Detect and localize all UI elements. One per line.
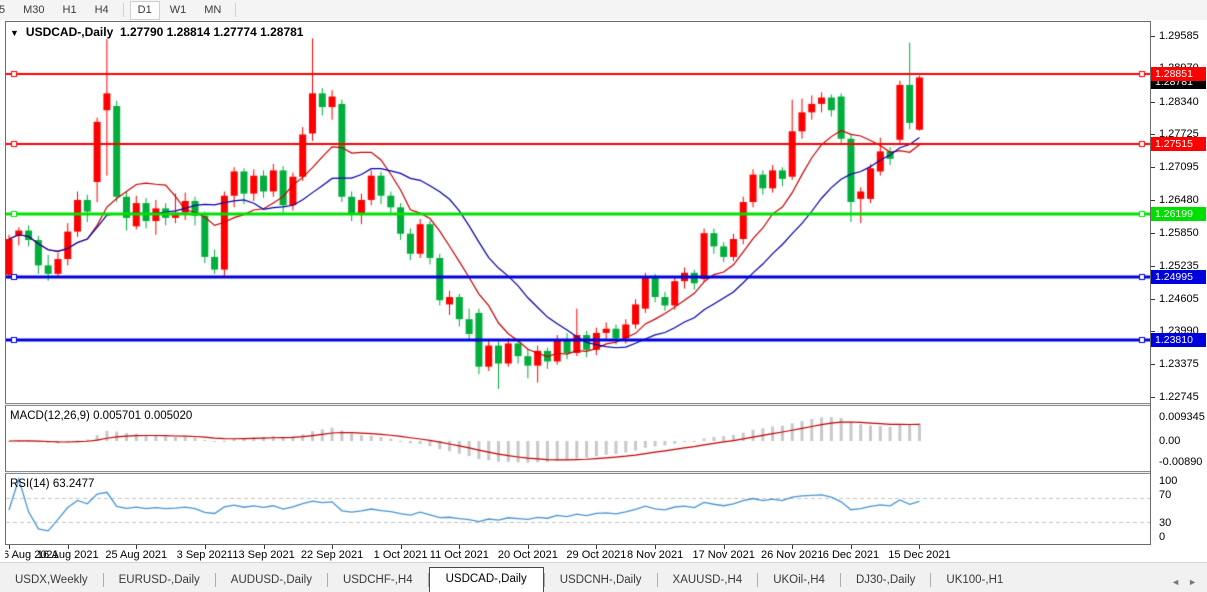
price-tick [1151,101,1155,103]
rsi-indicator-label: RSI(14) 63.2477 [10,478,94,490]
chart-tab-dj30-[interactable]: DJ30-,Daily [841,569,930,592]
indicator-axis-label: 0 [1159,531,1166,543]
chart-border-right [1150,21,1151,561]
timeframe-button-mn[interactable]: MN [196,1,229,20]
chart-tab-audusd-[interactable]: AUDUSD-,Daily [216,569,327,592]
indicator-axis-label: 70 [1159,489,1172,501]
chevron-down-icon[interactable]: ▼ [10,28,19,38]
date-label: 15 Dec 2021 [888,549,951,561]
macd-main-value: 0.005701 [93,410,142,422]
ohlc-values: 1.27790 1.28814 1.27774 1.28781 [119,25,304,39]
timeframe-button-h4[interactable]: H4 [87,1,117,20]
tab-scroll-controls: ◄ ► [1171,577,1207,592]
toolbar-separator [122,3,124,17]
timeframe-toolbar: 5M30H1H4 D1W1MN [0,0,1207,21]
timeframe-button-5[interactable]: 5 [0,1,13,20]
date-axis[interactable]: 6 Aug 2021 16 Aug 2021 25 Aug 2021 3 Sep 20… [5,545,1151,562]
mt4-terminal: 5M30H1H4 D1W1MN ▼ USDCAD-,Daily 1.27790 1.… [0,0,1207,592]
symbol-period-label: USDCAD-,Daily [25,25,114,39]
indicator-axis-label: 30 [1159,517,1172,529]
timeframe-button-d1[interactable]: D1 [129,0,160,20]
indicator-axis-label: 100 [1159,475,1178,487]
price-tick [1151,363,1155,365]
chart-tab-usdx[interactable]: USDX,Weekly [0,569,103,592]
price-tick [1151,134,1155,136]
chart-tab-usdcnh-[interactable]: USDCNH-,Daily [545,569,657,592]
chart-tab-ukoil-[interactable]: UKOil-,H4 [758,569,840,592]
price-tick-label: 1.25850 [1159,227,1199,240]
toolbar-separator [235,3,237,17]
price-tick [1151,36,1155,38]
indicator-axis-label: -0.00890 [1159,456,1203,468]
price-tick [1151,265,1155,267]
price-tick-label: 1.24605 [1159,292,1199,305]
macd-name: MACD(12,26,9) [10,410,90,422]
hline-price-badge: 1.27515 [1151,137,1206,152]
hline-price-badge: 1.28851 [1151,66,1206,81]
timeframe-button-w1[interactable]: W1 [162,1,195,20]
hline-price-badge: 1.26199 [1151,206,1206,221]
chart-tab-bar: USDX,Weekly EURUSD-,Daily AUDUSD-,Daily USD… [0,562,1207,592]
price-tick-label: 1.28340 [1159,95,1199,108]
tabs-scroll-left-icon[interactable]: ◄ [1171,577,1180,587]
hline-price-badge: 1.23810 [1151,332,1206,347]
chart-window: ▼ USDCAD-,Daily 1.27790 1.28814 1.27774 1… [0,20,1207,562]
chart-tab-usdcad-[interactable]: USDCAD-,Daily [428,567,544,592]
price-tick [1151,167,1155,169]
price-tick [1151,396,1155,398]
hline-price-badge: 1.24995 [1151,270,1206,285]
price-tick [1151,233,1155,235]
price-tick-label: 1.22745 [1159,390,1199,403]
chart-tab-uk100-[interactable]: UK100-,H1 [931,569,1018,592]
chart-tab-eurusd-[interactable]: EURUSD-,Daily [104,569,215,592]
rsi-name: RSI(14) [10,478,50,490]
chart-title: ▼ USDCAD-,Daily 1.27790 1.28814 1.27774 1… [10,25,303,39]
rsi-value: 63.2477 [52,478,95,490]
price-tick [1151,199,1155,201]
indicator-axis-label: 0.009345 [1159,411,1205,423]
macd-indicator-label: MACD(12,26,9) 0.005701 0.005020 [10,410,192,422]
price-tick-label: 1.23375 [1159,357,1199,370]
timeframe-button-h1[interactable]: H1 [55,1,85,20]
price-chart-canvas[interactable] [6,22,1150,403]
price-tick-label: 1.26480 [1159,193,1199,206]
price-tick-label: 1.29585 [1159,30,1199,43]
timeframe-button-m30[interactable]: M30 [15,1,52,20]
chart-tab-usdchf-[interactable]: USDCHF-,H4 [328,569,428,592]
chart-tab-xauusd-[interactable]: XAUUSD-,H4 [658,569,758,592]
price-tick [1151,298,1155,300]
tabs-scroll-right-icon[interactable]: ► [1188,577,1197,587]
rsi-pane-canvas[interactable] [6,474,1150,544]
indicator-axis-label: 0.00 [1159,435,1181,447]
macd-signal-value: 0.005020 [144,410,193,422]
price-tick-label: 1.27095 [1159,161,1199,174]
